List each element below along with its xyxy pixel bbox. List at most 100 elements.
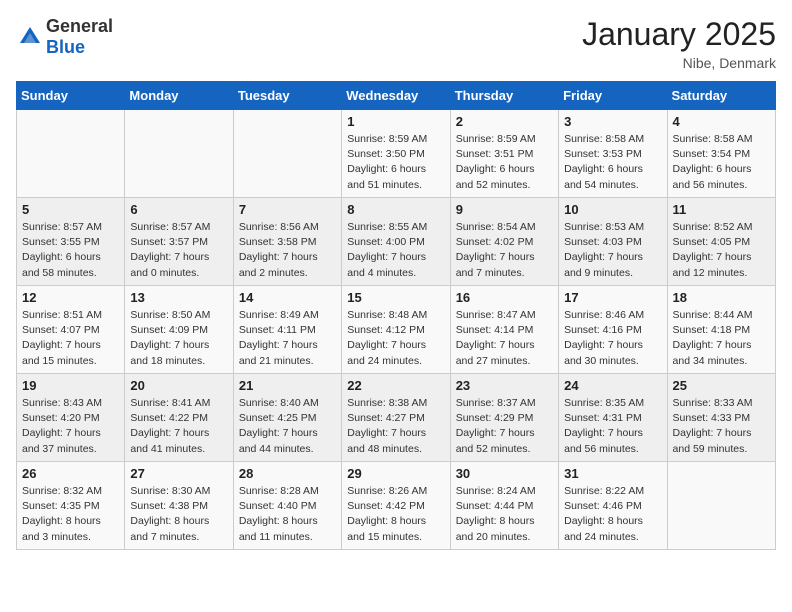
calendar-cell bbox=[125, 110, 233, 198]
day-number: 14 bbox=[239, 290, 336, 305]
calendar-cell: 24 Sunrise: 8:35 AM Sunset: 4:31 PM Dayli… bbox=[559, 374, 667, 462]
day-number: 20 bbox=[130, 378, 227, 393]
day-content: Sunrise: 8:30 AM Sunset: 4:38 PM Dayligh… bbox=[130, 484, 227, 545]
day-content: Sunrise: 8:46 AM Sunset: 4:16 PM Dayligh… bbox=[564, 308, 661, 369]
calendar-cell: 9 Sunrise: 8:54 AM Sunset: 4:02 PM Daylig… bbox=[450, 198, 558, 286]
day-content: Sunrise: 8:54 AM Sunset: 4:02 PM Dayligh… bbox=[456, 220, 553, 281]
calendar-cell: 21Sunrise: 8:40 AM Sunset: 4:25 PM Dayli… bbox=[233, 374, 341, 462]
day-header-saturday: Saturday bbox=[667, 82, 775, 110]
day-number: 2 bbox=[456, 114, 553, 129]
day-number: 10 bbox=[564, 202, 661, 217]
day-number: 19 bbox=[22, 378, 119, 393]
day-number: 15 bbox=[347, 290, 444, 305]
day-content: Sunrise: 8:33 AM Sunset: 4:33 PM Dayligh… bbox=[673, 396, 770, 457]
day-content: Sunrise: 8:26 AM Sunset: 4:42 PM Dayligh… bbox=[347, 484, 444, 545]
calendar-cell: 5Sunrise: 8:57 AM Sunset: 3:55 PM Daylig… bbox=[17, 198, 125, 286]
calendar-cell: 1 Sunrise: 8:59 AM Sunset: 3:50 PM Daylig… bbox=[342, 110, 450, 198]
logo-general: General bbox=[46, 16, 113, 36]
day-number: 11 bbox=[673, 202, 770, 217]
day-number: 4 bbox=[673, 114, 770, 129]
logo-icon bbox=[16, 23, 44, 51]
day-content: Sunrise: 8:22 AM Sunset: 4:46 PM Dayligh… bbox=[564, 484, 661, 545]
calendar-cell: 2 Sunrise: 8:59 AM Sunset: 3:51 PM Daylig… bbox=[450, 110, 558, 198]
day-number: 8 bbox=[347, 202, 444, 217]
day-content: Sunrise: 8:38 AM Sunset: 4:27 PM Dayligh… bbox=[347, 396, 444, 457]
day-content: Sunrise: 8:41 AM Sunset: 4:22 PM Dayligh… bbox=[130, 396, 227, 457]
calendar-cell: 28Sunrise: 8:28 AM Sunset: 4:40 PM Dayli… bbox=[233, 462, 341, 550]
day-number: 12 bbox=[22, 290, 119, 305]
day-content: Sunrise: 8:55 AM Sunset: 4:00 PM Dayligh… bbox=[347, 220, 444, 281]
calendar-cell: 20 Sunrise: 8:41 AM Sunset: 4:22 PM Dayli… bbox=[125, 374, 233, 462]
calendar-cell: 27 Sunrise: 8:30 AM Sunset: 4:38 PM Dayli… bbox=[125, 462, 233, 550]
calendar-cell: 16 Sunrise: 8:47 AM Sunset: 4:14 PM Dayli… bbox=[450, 286, 558, 374]
calendar-cell: 30Sunrise: 8:24 AM Sunset: 4:44 PM Dayli… bbox=[450, 462, 558, 550]
week-row-2: 5Sunrise: 8:57 AM Sunset: 3:55 PM Daylig… bbox=[17, 198, 776, 286]
calendar-cell: 10 Sunrise: 8:53 AM Sunset: 4:03 PM Dayli… bbox=[559, 198, 667, 286]
day-content: Sunrise: 8:57 AM Sunset: 3:57 PM Dayligh… bbox=[130, 220, 227, 281]
day-content: Sunrise: 8:58 AM Sunset: 3:53 PM Dayligh… bbox=[564, 132, 661, 193]
day-content: Sunrise: 8:37 AM Sunset: 4:29 PM Dayligh… bbox=[456, 396, 553, 457]
calendar-cell: 7 Sunrise: 8:56 AM Sunset: 3:58 PM Daylig… bbox=[233, 198, 341, 286]
day-header-friday: Friday bbox=[559, 82, 667, 110]
calendar-cell bbox=[233, 110, 341, 198]
day-header-sunday: Sunday bbox=[17, 82, 125, 110]
calendar-cell: 14 Sunrise: 8:49 AM Sunset: 4:11 PM Dayli… bbox=[233, 286, 341, 374]
calendar-cell: 4Sunrise: 8:58 AM Sunset: 3:54 PM Daylig… bbox=[667, 110, 775, 198]
day-content: Sunrise: 8:57 AM Sunset: 3:55 PM Dayligh… bbox=[22, 220, 119, 281]
calendar-cell: 25 Sunrise: 8:33 AM Sunset: 4:33 PM Dayli… bbox=[667, 374, 775, 462]
day-number: 25 bbox=[673, 378, 770, 393]
day-content: Sunrise: 8:59 AM Sunset: 3:51 PM Dayligh… bbox=[456, 132, 553, 193]
day-number: 16 bbox=[456, 290, 553, 305]
day-number: 3 bbox=[564, 114, 661, 129]
day-content: Sunrise: 8:52 AM Sunset: 4:05 PM Dayligh… bbox=[673, 220, 770, 281]
month-title: January 2025 bbox=[582, 16, 776, 53]
day-number: 9 bbox=[456, 202, 553, 217]
day-number: 22 bbox=[347, 378, 444, 393]
calendar-cell: 12Sunrise: 8:51 AM Sunset: 4:07 PM Dayli… bbox=[17, 286, 125, 374]
day-content: Sunrise: 8:43 AM Sunset: 4:20 PM Dayligh… bbox=[22, 396, 119, 457]
day-content: Sunrise: 8:56 AM Sunset: 3:58 PM Dayligh… bbox=[239, 220, 336, 281]
day-number: 13 bbox=[130, 290, 227, 305]
page-header: General Blue January 2025 Nibe, Denmark bbox=[16, 16, 776, 71]
day-header-monday: Monday bbox=[125, 82, 233, 110]
day-content: Sunrise: 8:35 AM Sunset: 4:31 PM Dayligh… bbox=[564, 396, 661, 457]
day-content: Sunrise: 8:59 AM Sunset: 3:50 PM Dayligh… bbox=[347, 132, 444, 193]
calendar-cell: 8 Sunrise: 8:55 AM Sunset: 4:00 PM Daylig… bbox=[342, 198, 450, 286]
week-row-3: 12Sunrise: 8:51 AM Sunset: 4:07 PM Dayli… bbox=[17, 286, 776, 374]
day-number: 18 bbox=[673, 290, 770, 305]
day-content: Sunrise: 8:40 AM Sunset: 4:25 PM Dayligh… bbox=[239, 396, 336, 457]
logo-blue: Blue bbox=[46, 37, 85, 57]
calendar-cell: 23Sunrise: 8:37 AM Sunset: 4:29 PM Dayli… bbox=[450, 374, 558, 462]
calendar-cell: 11 Sunrise: 8:52 AM Sunset: 4:05 PM Dayli… bbox=[667, 198, 775, 286]
title-block: January 2025 Nibe, Denmark bbox=[582, 16, 776, 71]
day-content: Sunrise: 8:53 AM Sunset: 4:03 PM Dayligh… bbox=[564, 220, 661, 281]
day-content: Sunrise: 8:48 AM Sunset: 4:12 PM Dayligh… bbox=[347, 308, 444, 369]
day-content: Sunrise: 8:49 AM Sunset: 4:11 PM Dayligh… bbox=[239, 308, 336, 369]
calendar-cell: 18Sunrise: 8:44 AM Sunset: 4:18 PM Dayli… bbox=[667, 286, 775, 374]
calendar-cell: 22 Sunrise: 8:38 AM Sunset: 4:27 PM Dayli… bbox=[342, 374, 450, 462]
day-number: 27 bbox=[130, 466, 227, 481]
day-header-thursday: Thursday bbox=[450, 82, 558, 110]
week-row-5: 26Sunrise: 8:32 AM Sunset: 4:35 PM Dayli… bbox=[17, 462, 776, 550]
calendar-cell: 19 Sunrise: 8:43 AM Sunset: 4:20 PM Dayli… bbox=[17, 374, 125, 462]
day-number: 7 bbox=[239, 202, 336, 217]
day-number: 29 bbox=[347, 466, 444, 481]
day-number: 24 bbox=[564, 378, 661, 393]
day-header-wednesday: Wednesday bbox=[342, 82, 450, 110]
day-header-tuesday: Tuesday bbox=[233, 82, 341, 110]
calendar-cell: 6Sunrise: 8:57 AM Sunset: 3:57 PM Daylig… bbox=[125, 198, 233, 286]
day-content: Sunrise: 8:47 AM Sunset: 4:14 PM Dayligh… bbox=[456, 308, 553, 369]
calendar-cell: 26Sunrise: 8:32 AM Sunset: 4:35 PM Dayli… bbox=[17, 462, 125, 550]
calendar-table: SundayMondayTuesdayWednesdayThursdayFrid… bbox=[16, 81, 776, 550]
day-number: 17 bbox=[564, 290, 661, 305]
calendar-cell bbox=[17, 110, 125, 198]
location-subtitle: Nibe, Denmark bbox=[582, 55, 776, 71]
day-number: 31 bbox=[564, 466, 661, 481]
calendar-cell: 17 Sunrise: 8:46 AM Sunset: 4:16 PM Dayli… bbox=[559, 286, 667, 374]
logo: General Blue bbox=[16, 16, 113, 58]
calendar-cell: 13Sunrise: 8:50 AM Sunset: 4:09 PM Dayli… bbox=[125, 286, 233, 374]
days-header-row: SundayMondayTuesdayWednesdayThursdayFrid… bbox=[17, 82, 776, 110]
day-number: 1 bbox=[347, 114, 444, 129]
calendar-cell: 3 Sunrise: 8:58 AM Sunset: 3:53 PM Daylig… bbox=[559, 110, 667, 198]
calendar-cell bbox=[667, 462, 775, 550]
